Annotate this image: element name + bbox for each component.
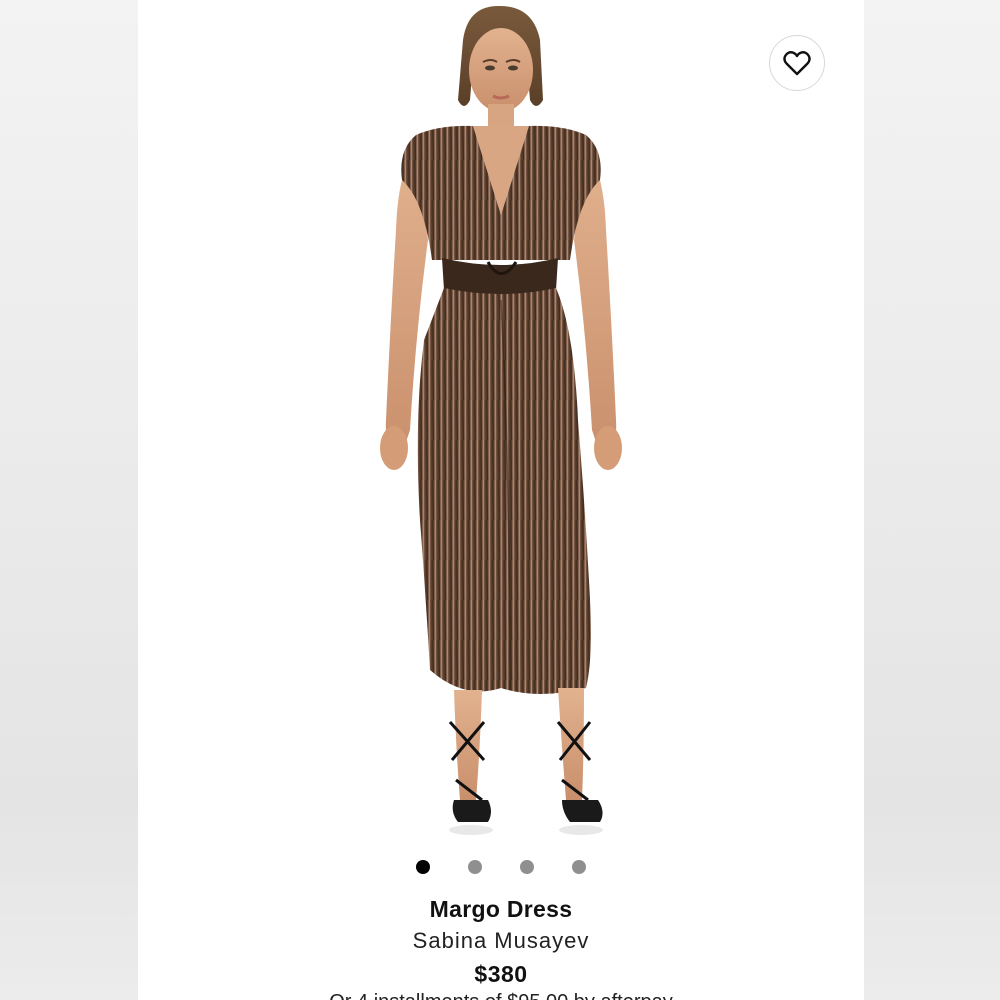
right-background-blur <box>864 0 1000 1000</box>
gallery-dot-3[interactable] <box>520 860 534 874</box>
brand-name[interactable]: Sabina Musayev <box>138 925 864 957</box>
heart-outline-icon <box>783 51 811 76</box>
wishlist-button[interactable] <box>769 35 825 91</box>
gallery-dot-2[interactable] <box>468 860 482 874</box>
installment-info[interactable]: Or 4 installments of $95.00 by afterpay <box>138 990 864 1000</box>
gallery-dot-1[interactable] <box>416 860 430 874</box>
product-price: $380 <box>474 961 528 987</box>
product-image[interactable] <box>138 0 864 845</box>
left-background-blur <box>0 0 138 1000</box>
product-name: Margo Dress <box>429 896 573 922</box>
product-info: Margo Dress Sabina Musayev $380 <box>138 893 864 991</box>
gallery-dot-4[interactable] <box>572 860 586 874</box>
screenshot-frame: Margo Dress Sabina Musayev $380 Or 4 ins… <box>0 0 1000 1000</box>
gallery-pagination <box>138 860 864 876</box>
product-card: Margo Dress Sabina Musayev $380 Or 4 ins… <box>138 0 864 1000</box>
